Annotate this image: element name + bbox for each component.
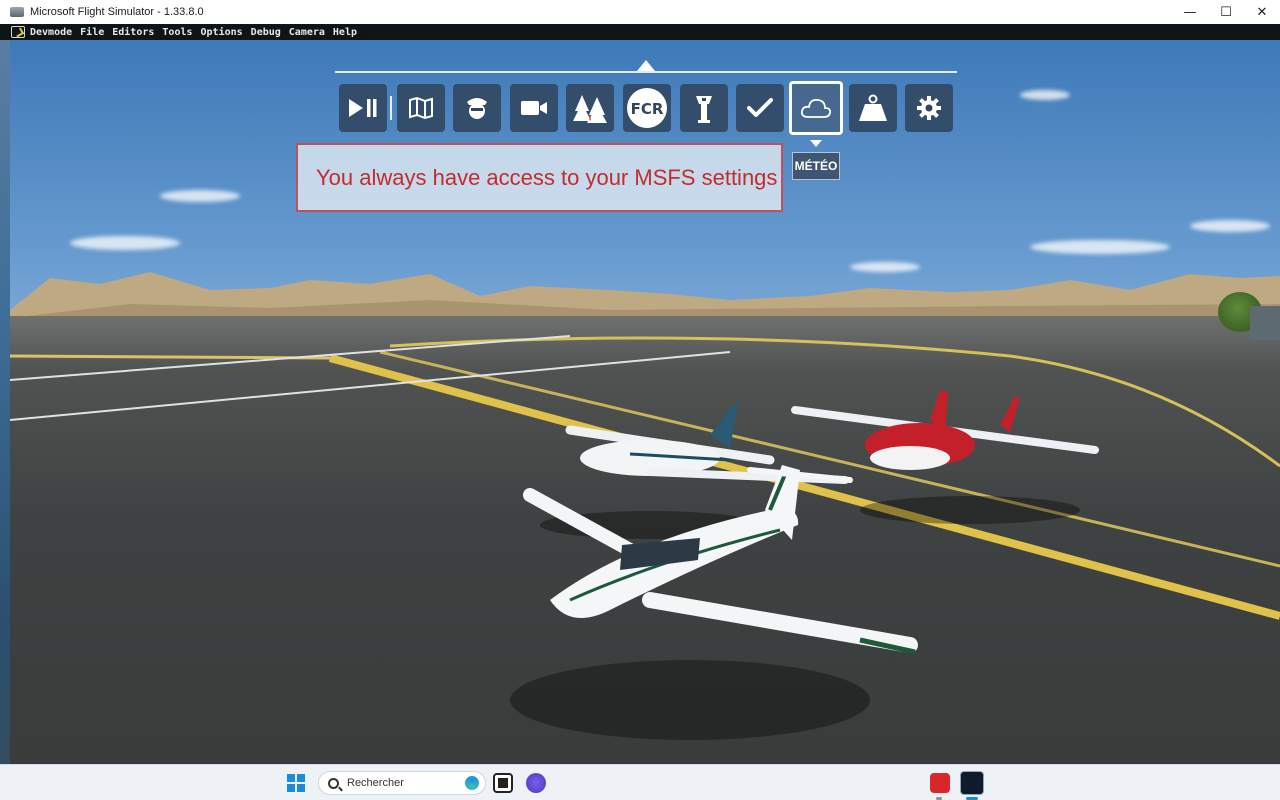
toolbar-collapse-caret[interactable] <box>637 60 655 71</box>
search-input[interactable] <box>347 777 457 789</box>
close-button[interactable]: ✕ <box>1244 0 1280 24</box>
menu-file[interactable]: File <box>80 27 104 38</box>
atc-tower-icon <box>696 96 712 123</box>
cloud-icon <box>800 98 832 118</box>
annotation-text: You always have access to your MSFS sett… <box>316 164 778 190</box>
settings-button[interactable] <box>905 84 953 132</box>
desktop-wallpaper-edge <box>0 40 10 764</box>
aircraft-red <box>791 390 1099 524</box>
taskbar-search[interactable] <box>318 771 486 795</box>
toolbar-separator <box>390 96 392 120</box>
dev-menu-bar: Devmode File Editors Tools Options Debug… <box>0 24 1280 40</box>
maximize-button[interactable]: ☐ <box>1208 0 1244 24</box>
toolbar-rail <box>335 71 957 73</box>
weight-icon <box>859 94 887 121</box>
title-bar: Microsoft Flight Simulator - 1.33.8.0 — … <box>0 0 1280 24</box>
windows-logo-tile <box>287 784 295 792</box>
fcr-icon: FCR <box>627 88 667 128</box>
devmode-edit-icon[interactable] <box>11 26 25 38</box>
search-icon <box>328 777 339 789</box>
checklist-icon <box>747 98 773 117</box>
pilot-button[interactable] <box>453 84 501 132</box>
flight-simulator-app-icon[interactable] <box>960 771 984 795</box>
fcr-button[interactable]: FCR <box>623 84 671 132</box>
weather-tooltip: MÉTÉO <box>792 152 840 180</box>
pilot-icon <box>467 98 487 119</box>
checklist-button[interactable] <box>736 84 784 132</box>
weather-button[interactable] <box>789 81 843 135</box>
chat-icon[interactable] <box>526 773 546 793</box>
menu-tools[interactable]: Tools <box>162 27 192 38</box>
play-pause-icon <box>349 99 377 117</box>
gear-icon <box>917 96 941 120</box>
menu-editors[interactable]: Editors <box>112 27 154 38</box>
annotation-callout: You always have access to your MSFS sett… <box>296 143 783 212</box>
fcr-icon-label: FCR <box>631 100 664 118</box>
task-view-icon[interactable] <box>493 773 513 793</box>
window-controls: — ☐ ✕ <box>1172 0 1280 24</box>
menu-devmode[interactable]: Devmode <box>30 27 72 38</box>
aircraft-white-green <box>510 465 918 740</box>
start-button[interactable] <box>287 774 305 792</box>
camera-icon <box>521 101 547 115</box>
windows-logo-tile <box>297 774 305 782</box>
window-title: Microsoft Flight Simulator - 1.33.8.0 <box>30 6 204 18</box>
flashcard-app-icon[interactable] <box>930 773 950 793</box>
menu-help[interactable]: Help <box>333 27 357 38</box>
map-icon <box>409 96 433 120</box>
trees-button[interactable] <box>566 84 614 132</box>
taskbar <box>0 764 1280 800</box>
menu-debug[interactable]: Debug <box>251 27 281 38</box>
tooltip-caret <box>810 140 822 147</box>
trees-icon <box>573 95 607 123</box>
camera-button[interactable] <box>510 84 558 132</box>
menu-options[interactable]: Options <box>201 27 243 38</box>
play-pause-button[interactable] <box>339 84 387 132</box>
app-icon <box>10 7 24 17</box>
minimize-button[interactable]: — <box>1172 0 1208 24</box>
menu-camera[interactable]: Camera <box>289 27 325 38</box>
atc-tower-button[interactable] <box>680 84 728 132</box>
map-button[interactable] <box>397 84 445 132</box>
windows-logo-tile <box>297 784 305 792</box>
windows-logo-tile <box>287 774 295 782</box>
bing-icon[interactable] <box>465 776 479 790</box>
weight-button[interactable] <box>849 84 897 132</box>
